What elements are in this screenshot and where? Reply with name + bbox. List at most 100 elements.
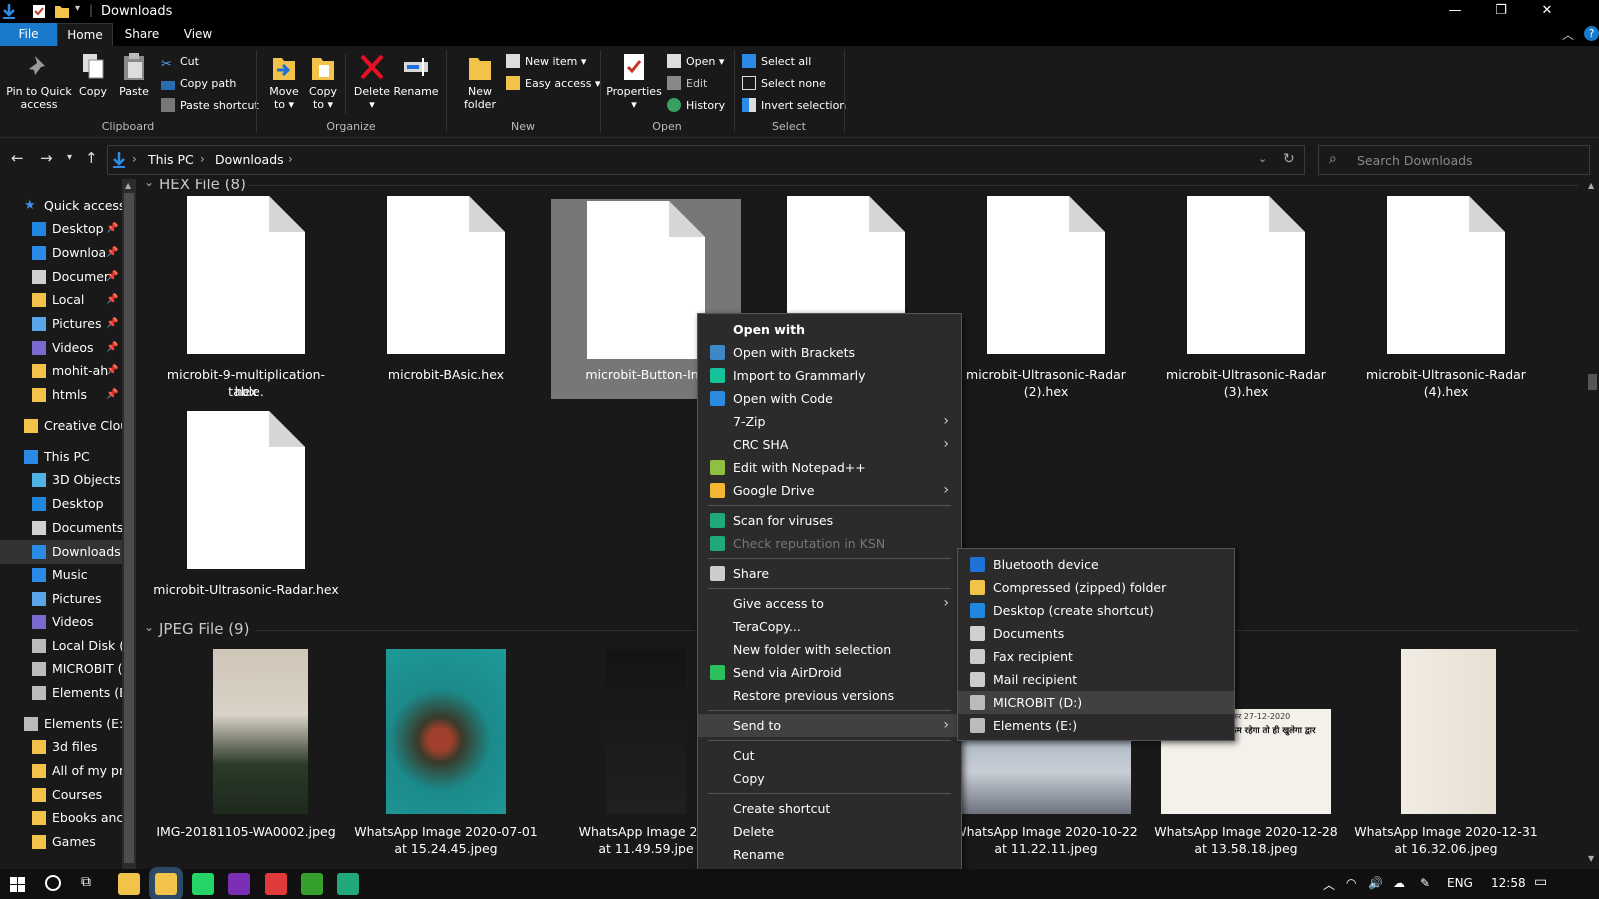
breadcrumb-separator[interactable]: ›: [288, 152, 293, 166]
sidebar-item[interactable]: Documents: [0, 516, 122, 540]
sidebar-item[interactable]: Elements (E:): [0, 712, 122, 736]
tab-share[interactable]: Share: [116, 23, 168, 46]
dreamweaver-icon[interactable]: [301, 873, 323, 895]
scroll-up-icon[interactable]: ▲: [1588, 181, 1594, 190]
move-to-button[interactable]: Move to ▾: [264, 52, 304, 111]
jpeg-file-item[interactable]: WhatsApp Image 2020-07-01 at 15.24.45.jpe…: [351, 649, 541, 859]
send-to-item[interactable]: Mail recipient: [958, 668, 1234, 691]
search-box[interactable]: ⌕ Search Downloads: [1318, 145, 1590, 175]
context-menu-item[interactable]: Open with: [698, 318, 961, 341]
context-menu-item[interactable]: Google Drive ›: [698, 479, 961, 502]
context-menu-item[interactable]: Send via AirDroid: [698, 661, 961, 684]
pen-icon[interactable]: ✎: [1420, 876, 1430, 890]
breadcrumb-separator[interactable]: ›: [132, 152, 137, 166]
volume-icon[interactable]: 🔊: [1368, 876, 1383, 890]
pin-icon[interactable]: 📌: [106, 312, 118, 336]
send-to-item[interactable]: Documents: [958, 622, 1234, 645]
invert-selection-button[interactable]: Invert selection: [742, 96, 846, 116]
context-menu-item[interactable]: CRC SHA ›: [698, 433, 961, 456]
new-folder-icon[interactable]: [55, 4, 69, 18]
breadcrumb-this-pc[interactable]: This PC: [148, 152, 194, 167]
context-menu-item[interactable]: New folder with selection: [698, 638, 961, 661]
jpeg-file-item[interactable]: WhatsApp Image 2020-12-31 at 16.32.06.jpe…: [1351, 649, 1541, 859]
scroll-down-icon[interactable]: ▼: [1588, 854, 1594, 863]
history-button[interactable]: History: [667, 96, 725, 116]
collapse-ribbon-icon[interactable]: ︿: [1562, 26, 1574, 43]
jpeg-file-item[interactable]: IMG-20181105-WA0002.jpeg: [151, 649, 341, 859]
close-button[interactable]: ✕: [1524, 0, 1570, 23]
context-menu-item[interactable]: 7-Zip ›: [698, 410, 961, 433]
sidebar-item[interactable]: Pictures 📌: [0, 312, 122, 336]
context-menu-item[interactable]: Restore previous versions: [698, 684, 961, 707]
sidebar-item[interactable]: Documer 📌: [0, 265, 122, 289]
hex-file-item[interactable]: microbit-Ultrasonic-Radar (4).hex: [1351, 196, 1541, 399]
kaspersky-icon[interactable]: [337, 873, 359, 895]
language-indicator[interactable]: ENG: [1447, 876, 1473, 890]
pin-icon[interactable]: 📌: [106, 217, 118, 241]
send-to-item[interactable]: MICROBIT (D:): [958, 691, 1234, 714]
sidebar-item[interactable]: mohit-ah 📌: [0, 359, 122, 383]
context-menu-item[interactable]: Send to ›: [698, 714, 961, 737]
address-bar[interactable]: › This PC › Downloads › ⌄ ↻: [107, 145, 1305, 175]
context-menu-item[interactable]: Give access to ›: [698, 592, 961, 615]
send-to-item[interactable]: Desktop (create shortcut): [958, 599, 1234, 622]
pin-icon[interactable]: 📌: [106, 288, 118, 312]
notifications-icon[interactable]: ▭: [1534, 874, 1547, 890]
send-to-item[interactable]: Bluetooth device: [958, 553, 1234, 576]
wifi-icon[interactable]: ◠: [1346, 876, 1356, 890]
context-menu-item[interactable]: Delete: [698, 820, 961, 843]
breadcrumb-downloads[interactable]: Downloads: [215, 152, 284, 167]
sidebar-item[interactable]: Courses: [0, 783, 122, 807]
forward-icon[interactable]: →: [40, 149, 53, 167]
context-menu-item[interactable]: Copy: [698, 767, 961, 790]
copy-to-button[interactable]: Copy to ▾: [306, 52, 340, 111]
pin-icon[interactable]: 📌: [106, 265, 118, 289]
search-circle-icon[interactable]: [45, 875, 61, 891]
new-item-button[interactable]: New item ▾: [506, 52, 586, 72]
sidebar-item[interactable]: Music: [0, 563, 122, 587]
properties-button[interactable]: Properties ▾: [606, 52, 662, 111]
select-none-button[interactable]: Select none: [742, 74, 826, 94]
scroll-up-icon[interactable]: ▲: [125, 181, 131, 190]
delete-button[interactable]: Delete ▾: [352, 52, 392, 111]
windows-start-icon[interactable]: [10, 877, 25, 892]
send-to-item[interactable]: Compressed (zipped) folder: [958, 576, 1234, 599]
pin-icon[interactable]: 📌: [106, 359, 118, 383]
send-to-item[interactable]: Elements (E:): [958, 714, 1234, 737]
tab-home[interactable]: Home: [57, 23, 113, 46]
sidebar-item[interactable]: Downloads: [0, 540, 122, 564]
context-menu-item[interactable]: Share: [698, 562, 961, 585]
hex-group-header[interactable]: HEX File (8): [159, 179, 246, 193]
paste-shortcut-button[interactable]: Paste shortcut: [161, 96, 259, 116]
vivaldi-icon[interactable]: [265, 873, 287, 895]
sidebar-item[interactable]: htmls 📌: [0, 383, 122, 407]
sidebar-item[interactable]: This PC: [0, 445, 122, 469]
sidebar-item[interactable]: 3D Objects: [0, 468, 122, 492]
sidebar-item[interactable]: 3d files: [0, 735, 122, 759]
tab-view[interactable]: View: [172, 23, 224, 46]
sidebar-item[interactable]: Elements (E: [0, 681, 122, 705]
context-menu-item[interactable]: Edit with Notepad++: [698, 456, 961, 479]
tab-file[interactable]: File: [0, 23, 57, 46]
clock[interactable]: 12:58: [1491, 876, 1526, 890]
scrollbar-thumb[interactable]: [1588, 374, 1597, 390]
sidebar-item[interactable]: Pictures: [0, 587, 122, 611]
sidebar-item[interactable]: Games: [0, 830, 122, 854]
context-menu-item[interactable]: Create shortcut: [698, 797, 961, 820]
help-icon[interactable]: ?: [1584, 26, 1599, 41]
hex-file-item[interactable]: microbit-Ultrasonic-Radar.hex: [151, 411, 341, 611]
cut-button[interactable]: ✂ Cut: [161, 52, 199, 72]
rename-button[interactable]: Rename: [392, 52, 440, 98]
pin-quick-access-button[interactable]: Pin to Quick access: [6, 52, 72, 111]
sidebar-item[interactable]: MICROBIT (: [0, 657, 122, 681]
whatsapp-icon[interactable]: [192, 873, 214, 895]
copy-path-button[interactable]: Copy path: [161, 74, 236, 94]
easy-access-button[interactable]: Easy access ▾: [506, 74, 601, 94]
group-collapse-icon[interactable]: ⌄: [144, 179, 154, 189]
send-to-item[interactable]: Fax recipient: [958, 645, 1234, 668]
context-menu-item[interactable]: Open with Brackets: [698, 341, 961, 364]
context-menu-item[interactable]: Open with Code: [698, 387, 961, 410]
sidebar-item[interactable]: Local Disk (: [0, 634, 122, 658]
sidebar-item[interactable]: Desktop: [0, 492, 122, 516]
select-all-button[interactable]: Select all: [742, 52, 811, 72]
